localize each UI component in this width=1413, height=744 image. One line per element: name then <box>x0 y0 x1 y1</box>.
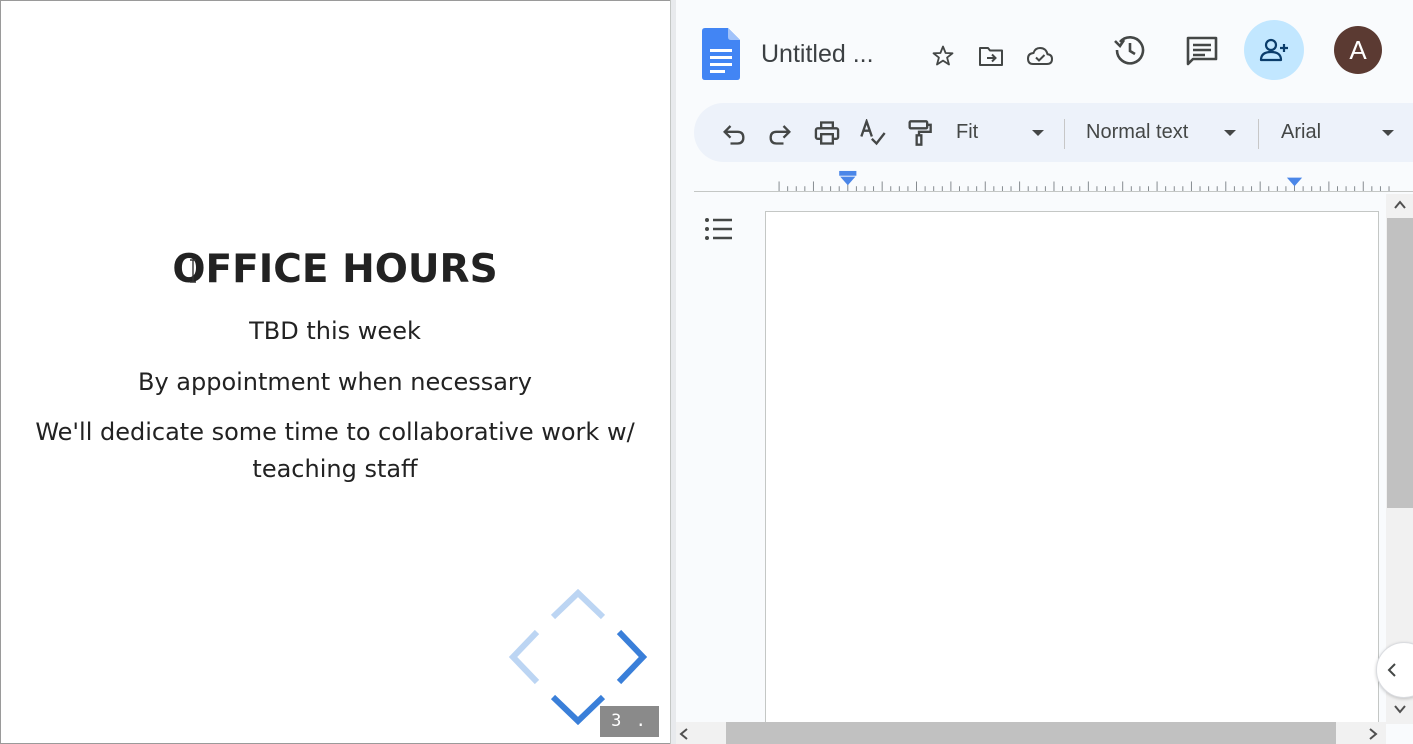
scroll-down-icon[interactable] <box>1393 702 1407 716</box>
slide-title: OFFICE HOURS <box>172 247 498 292</box>
document-outline-icon[interactable] <box>704 216 734 242</box>
chevron-down-icon[interactable] <box>549 693 607 725</box>
scroll-left-icon[interactable] <box>677 727 691 741</box>
history-icon[interactable] <box>1113 33 1147 67</box>
text-cursor-icon <box>190 259 196 283</box>
toolbar-divider <box>1258 119 1259 149</box>
undo-icon[interactable] <box>720 119 748 147</box>
comments-icon[interactable] <box>1185 35 1219 67</box>
redo-icon[interactable] <box>766 119 794 147</box>
slide-text-line: We'll dedicate some time to collaborativ… <box>35 418 635 446</box>
chevron-left-icon[interactable] <box>507 628 543 686</box>
print-icon[interactable] <box>813 119 841 147</box>
move-folder-icon[interactable] <box>978 44 1004 68</box>
document-title[interactable]: Untitled ... <box>761 40 874 69</box>
cloud-saved-icon[interactable] <box>1026 44 1054 68</box>
scroll-up-icon[interactable] <box>1393 198 1407 212</box>
toolbar-divider <box>1064 119 1065 149</box>
paint-format-icon[interactable] <box>905 119 933 147</box>
slide-counter: 3 . 3 <box>600 706 659 743</box>
slide-text-line: By appointment when necessary <box>137 368 532 396</box>
formatting-toolbar: Fit Normal text Arial <box>694 103 1413 162</box>
paragraph-style-select[interactable]: Normal text <box>1086 121 1188 144</box>
screen: OFFICE HOURS TBD this week By appointmen… <box>0 0 1413 744</box>
share-button[interactable] <box>1244 20 1304 80</box>
zoom-dropdown-icon[interactable] <box>1032 130 1044 136</box>
chevron-right-icon[interactable] <box>613 628 649 686</box>
slide-text-line: teaching staff <box>252 455 418 483</box>
slide-viewer: OFFICE HOURS TBD this week By appointmen… <box>0 0 670 744</box>
font-dropdown-icon[interactable] <box>1382 130 1394 136</box>
star-icon[interactable] <box>931 44 955 68</box>
zoom-select[interactable]: Fit <box>956 121 978 144</box>
document-page[interactable] <box>765 211 1379 744</box>
ruler[interactable] <box>694 170 1413 192</box>
vertical-scrollbar-thumb[interactable] <box>1387 218 1413 508</box>
scroll-right-icon[interactable] <box>1366 727 1380 741</box>
font-select[interactable]: Arial <box>1281 121 1321 144</box>
side-panel-toggle[interactable] <box>1376 642 1413 698</box>
horizontal-scrollbar-thumb[interactable] <box>726 722 1336 744</box>
slide-text-line: TBD this week <box>249 317 421 345</box>
share-person-add-icon <box>1259 38 1288 62</box>
docs-editor: Untitled ... A Fit Normal text Arial <box>676 0 1413 744</box>
docs-logo-icon[interactable] <box>702 28 740 80</box>
spellcheck-icon[interactable] <box>859 119 887 147</box>
chevron-up-icon[interactable] <box>549 589 607 621</box>
chevron-left-icon <box>1387 663 1396 677</box>
style-dropdown-icon[interactable] <box>1224 130 1236 136</box>
account-avatar[interactable]: A <box>1334 26 1382 74</box>
